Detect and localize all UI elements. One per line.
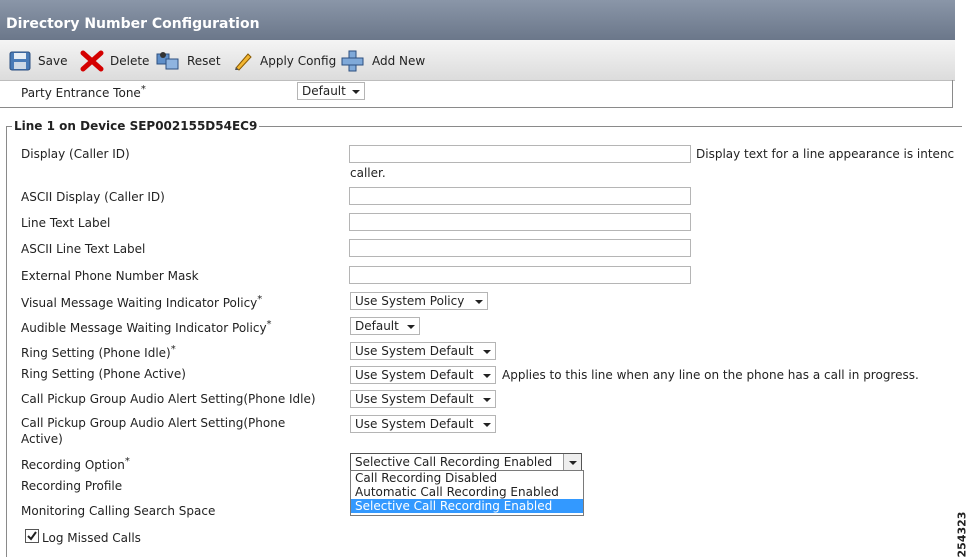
apply-config-label: Apply Config — [260, 54, 337, 68]
add-new-label: Add New — [372, 54, 426, 68]
apply-config-button[interactable]: Apply Config — [232, 50, 336, 72]
audible-mwi-select[interactable]: Default — [350, 317, 420, 335]
dropdown-button[interactable] — [563, 454, 581, 470]
chevron-down-icon — [407, 325, 415, 329]
chevron-down-icon — [483, 423, 491, 427]
recording-option-dropdown: Call Recording Disabled Automatic Call R… — [350, 470, 584, 516]
option-automatic-call-recording[interactable]: Automatic Call Recording Enabled — [351, 485, 583, 499]
option-call-recording-disabled[interactable]: Call Recording Disabled — [351, 471, 583, 485]
external-phone-mask-label: External Phone Number Mask — [21, 269, 199, 283]
reset-label: Reset — [187, 54, 221, 68]
ascii-line-text-label-label: ASCII Line Text Label — [21, 242, 146, 256]
option-selective-call-recording[interactable]: Selective Call Recording Enabled — [351, 499, 583, 513]
visual-mwi-label: Visual Message Waiting Indicator Policy* — [21, 294, 263, 310]
pickup-active-label: Call Pickup Group Audio Alert Setting(Ph… — [21, 416, 286, 446]
title-bar: Directory Number Configuration — [0, 0, 955, 40]
delete-label: Delete — [110, 54, 150, 68]
reset-icon — [156, 52, 179, 70]
chevron-down-icon — [475, 300, 483, 304]
ring-setting-active-label: Ring Setting (Phone Active) — [21, 367, 186, 381]
chevron-down-icon — [483, 350, 491, 354]
chevron-down-icon — [483, 398, 491, 402]
ascii-display-label: ASCII Display (Caller ID) — [21, 190, 165, 204]
ascii-line-text-label-input[interactable] — [349, 239, 691, 257]
delete-icon — [80, 50, 104, 72]
pickup-idle-label: Call Pickup Group Audio Alert Setting(Ph… — [21, 392, 316, 406]
display-caller-id-hint: Display text for a line appearance is in… — [696, 147, 954, 161]
ring-setting-idle-select[interactable]: Use System Default — [350, 342, 496, 360]
delete-button[interactable]: Delete — [80, 50, 149, 72]
chevron-down-icon — [352, 90, 360, 94]
checkmark-icon — [27, 531, 37, 541]
save-button[interactable]: Save — [8, 50, 67, 72]
add-new-button[interactable]: Add New — [340, 50, 425, 72]
add-icon — [341, 50, 364, 72]
log-missed-calls-checkbox[interactable] — [25, 529, 39, 543]
log-missed-calls-label: Log Missed Calls — [42, 531, 141, 545]
chevron-down-icon — [483, 374, 491, 378]
monitoring-css-label: Monitoring Calling Search Space — [21, 504, 216, 518]
ring-setting-active-hint: Applies to this line when any line on th… — [502, 368, 919, 382]
ring-setting-idle-label: Ring Setting (Phone Idle)* — [21, 344, 176, 360]
reset-button[interactable]: Reset — [155, 50, 221, 72]
party-entrance-tone-label: Party Entrance Tone* — [21, 84, 146, 100]
pencil-icon — [235, 53, 252, 71]
display-caller-id-input[interactable] — [349, 145, 691, 163]
divider — [0, 107, 952, 108]
audible-mwi-label: Audible Message Waiting Indicator Policy… — [21, 319, 272, 335]
ascii-display-input[interactable] — [349, 187, 691, 205]
recording-option-select[interactable]: Selective Call Recording Enabled — [350, 453, 582, 471]
visual-mwi-select[interactable]: Use System Policy — [350, 292, 488, 310]
save-label: Save — [38, 54, 68, 68]
page-title: Directory Number Configuration — [6, 16, 260, 32]
line-text-label-input[interactable] — [349, 213, 691, 231]
save-icon — [9, 51, 31, 71]
line-text-label-label: Line Text Label — [21, 216, 111, 230]
display-caller-id-label: Display (Caller ID) — [21, 147, 130, 161]
party-entrance-tone-select[interactable]: Default — [297, 82, 365, 100]
recording-option-label: Recording Option* — [21, 456, 130, 472]
pickup-idle-select[interactable]: Use System Default — [350, 390, 496, 408]
display-caller-id-hint-continued: caller. — [350, 166, 386, 180]
pickup-active-select[interactable]: Use System Default — [350, 415, 496, 433]
toolbar: Save Delete Reset Apply Config Add New — [0, 40, 955, 81]
external-phone-mask-input[interactable] — [349, 266, 691, 284]
divider — [952, 80, 953, 108]
chevron-down-icon — [569, 461, 577, 465]
section-legend: Line 1 on Device SEP002155D54EC9 — [12, 119, 260, 133]
ring-setting-active-select[interactable]: Use System Default — [350, 366, 496, 384]
figure-id: 254323 — [955, 511, 969, 558]
recording-profile-label: Recording Profile — [21, 479, 123, 493]
